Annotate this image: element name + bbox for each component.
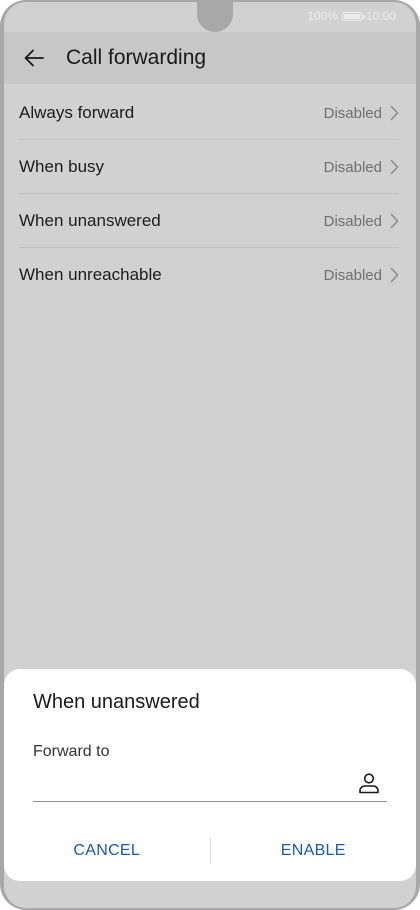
- chevron-right-icon: [390, 159, 399, 175]
- list-item-status: Disabled: [324, 267, 399, 284]
- list-item-always-forward[interactable]: Always forward Disabled: [4, 86, 416, 140]
- camera-notch: [197, 2, 233, 32]
- status-value: Disabled: [323, 266, 382, 284]
- page-title: Call forwarding: [66, 46, 207, 69]
- list-item-status: Disabled: [324, 159, 399, 176]
- back-button[interactable]: [16, 40, 52, 76]
- chevron-right-icon: [390, 213, 399, 229]
- forward-to-label: Forward to: [33, 743, 110, 760]
- clock: 10:00: [365, 9, 396, 23]
- status-bar: 100% 10:00: [307, 8, 396, 24]
- list-item-status: Disabled: [324, 213, 399, 230]
- screen: 100% 10:00 Call forwarding Always forwar…: [4, 2, 416, 908]
- list-item-when-unanswered[interactable]: When unanswered Disabled: [4, 194, 416, 248]
- list-item-when-busy[interactable]: When busy Disabled: [4, 140, 416, 194]
- dialog-title: When unanswered: [33, 691, 200, 713]
- enable-button[interactable]: ENABLE: [211, 842, 417, 860]
- list-item-label: When unreachable: [19, 265, 162, 284]
- arrow-left-icon: [24, 49, 44, 67]
- forward-number-input[interactable]: [33, 765, 343, 799]
- forward-dialog: When unanswered Forward to CANCEL ENABLE: [4, 669, 416, 881]
- person-icon[interactable]: [357, 771, 381, 795]
- forwarding-options-list: Always forward Disabled When busy Disabl…: [4, 86, 416, 302]
- cancel-button[interactable]: CANCEL: [4, 842, 210, 860]
- forward-number-field: [33, 765, 387, 802]
- battery-icon: [341, 11, 365, 21]
- battery-percent: 100%: [307, 9, 338, 23]
- status-value: Disabled: [323, 104, 382, 122]
- chevron-right-icon: [390, 267, 399, 283]
- phone-frame: 100% 10:00 Call forwarding Always forwar…: [0, 0, 420, 910]
- list-item-label: When busy: [19, 157, 105, 176]
- status-value: Disabled: [323, 212, 382, 230]
- chevron-right-icon: [390, 105, 399, 121]
- app-bar: Call forwarding: [4, 32, 416, 84]
- list-item-status: Disabled: [324, 105, 399, 122]
- list-item-when-unreachable[interactable]: When unreachable Disabled: [4, 248, 416, 302]
- list-item-label: Always forward: [19, 103, 135, 122]
- list-item-label: When unanswered: [19, 211, 161, 230]
- dialog-actions: CANCEL ENABLE: [4, 831, 416, 871]
- status-value: Disabled: [323, 158, 382, 176]
